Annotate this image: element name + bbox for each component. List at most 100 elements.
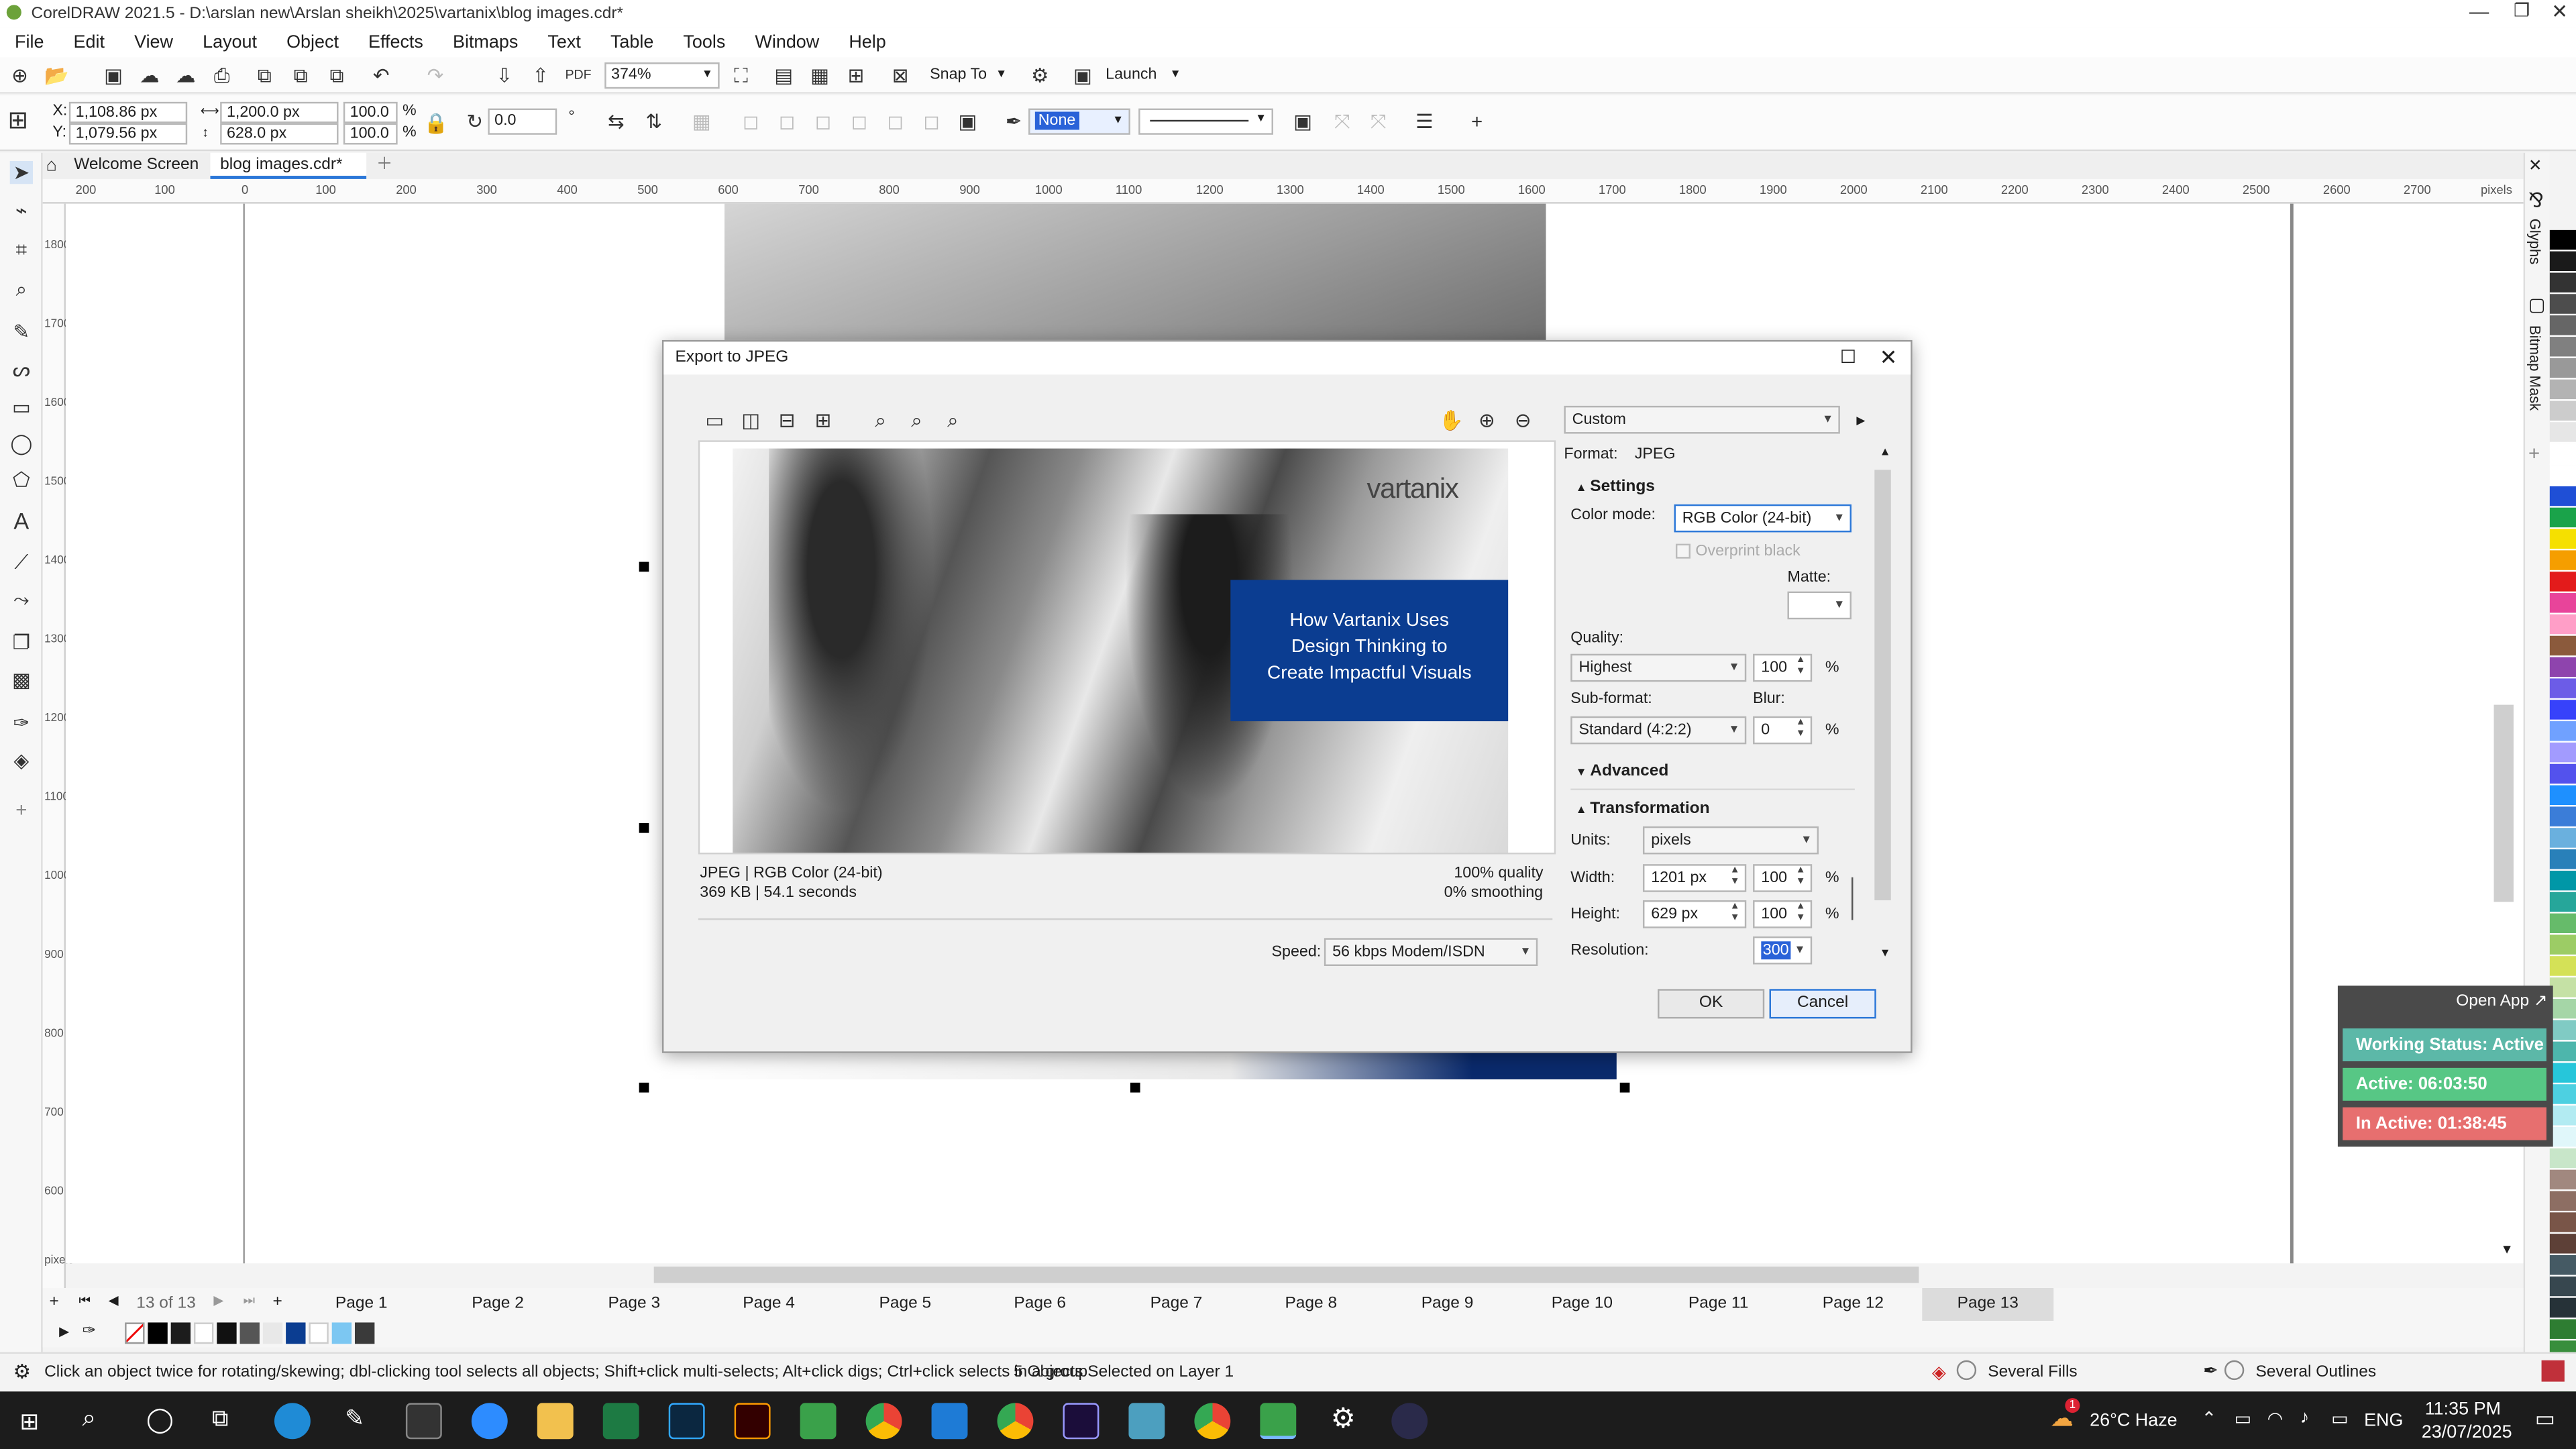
- swatch-gray[interactable]: [239, 1322, 260, 1344]
- premiere-icon[interactable]: [1063, 1403, 1099, 1440]
- pick-tool-icon[interactable]: ➤: [9, 161, 33, 184]
- palette-swatch[interactable]: [2549, 529, 2576, 551]
- add-page-icon[interactable]: +: [49, 1293, 58, 1311]
- clock-date[interactable]: 23/07/2025: [2422, 1423, 2512, 1442]
- docker-tab-glyphs[interactable]: Glyphs: [2527, 219, 2543, 265]
- transformation-header[interactable]: ▲ Transformation: [1576, 800, 1710, 822]
- fill-swatch[interactable]: [1956, 1360, 1977, 1381]
- selection-handle[interactable]: [1130, 1082, 1140, 1093]
- terminal-icon[interactable]: [405, 1403, 442, 1440]
- canvas-image-top[interactable]: [724, 203, 1546, 340]
- palette-swatch[interactable]: [2549, 678, 2576, 700]
- object-origin-icon[interactable]: ⊞: [7, 109, 30, 133]
- height-spinner[interactable]: 629 px ▲ ▼: [1642, 900, 1747, 928]
- palette-menu-icon[interactable]: ▶: [59, 1324, 69, 1339]
- paste-icon[interactable]: ⧉: [325, 64, 348, 87]
- pen-icon[interactable]: ✎: [345, 1405, 364, 1433]
- freehand-tool-icon[interactable]: ✎: [10, 321, 33, 343]
- connector-tool-icon[interactable]: ⤳: [10, 588, 33, 611]
- palette-swatch[interactable]: [2549, 400, 2576, 423]
- zoom-in-icon[interactable]: ⊕: [1475, 409, 1498, 432]
- menu-object[interactable]: Object: [272, 28, 354, 56]
- palette-swatch[interactable]: [2549, 379, 2576, 401]
- open-icon[interactable]: 📂: [44, 64, 69, 87]
- palette-swatch[interactable]: [2549, 572, 2576, 594]
- transparency-icon[interactable]: ▩: [10, 669, 33, 692]
- palette-swatch[interactable]: [2549, 1234, 2576, 1256]
- height-percent-spinner[interactable]: 100 ▲ ▼: [1753, 900, 1813, 928]
- add-tool-icon[interactable]: +: [10, 798, 33, 821]
- menu-file[interactable]: File: [0, 28, 59, 56]
- tab-page-13[interactable]: Page 13: [1922, 1288, 2054, 1321]
- palette-swatch[interactable]: [2549, 465, 2576, 486]
- cloud-icon[interactable]: ☁: [138, 64, 161, 87]
- tab-page-4[interactable]: Page 4: [703, 1288, 835, 1321]
- zoom-selection-icon[interactable]: ⌕: [941, 409, 964, 432]
- palette-swatch[interactable]: [2549, 828, 2576, 850]
- snap-off-icon[interactable]: ⊠: [889, 64, 912, 87]
- clock-time[interactable]: 11:35 PM: [2425, 1400, 2501, 1419]
- outline-pen-icon[interactable]: ✒: [1002, 110, 1025, 133]
- palette-swatch[interactable]: [2549, 657, 2576, 679]
- weather-text[interactable]: 26°C Haze: [2090, 1411, 2178, 1431]
- export-icon[interactable]: ⇧: [529, 64, 552, 87]
- new-tab-icon[interactable]: ＋: [370, 153, 399, 179]
- palette-swatch[interactable]: [2549, 785, 2576, 807]
- speed-select[interactable]: 56 kbps Modem/ISDN ▼: [1324, 938, 1538, 967]
- palette-swatch[interactable]: [2549, 1063, 2576, 1085]
- palette-swatch[interactable]: [2549, 1041, 2576, 1063]
- tab-page-10[interactable]: Page 10: [1516, 1288, 1648, 1321]
- cancel-button[interactable]: Cancel: [1769, 989, 1876, 1019]
- menu-tools[interactable]: Tools: [668, 28, 740, 56]
- intersect-icon[interactable]: ◻: [812, 110, 835, 133]
- units-select[interactable]: pixels ▼: [1642, 826, 1819, 855]
- quality-spinner[interactable]: 100 ▲ ▼: [1753, 653, 1813, 682]
- swatch-none[interactable]: [125, 1322, 145, 1344]
- app-icon[interactable]: [1128, 1403, 1165, 1440]
- parallel-dimension-icon[interactable]: ⟋: [10, 550, 33, 573]
- palette-swatch[interactable]: [2549, 1169, 2576, 1191]
- menu-table[interactable]: Table: [596, 28, 668, 56]
- width-field[interactable]: 1,200.0 px: [220, 101, 339, 123]
- excel-icon[interactable]: [602, 1403, 639, 1440]
- copy-icon[interactable]: ⧉: [289, 64, 312, 87]
- swatch-dark[interactable]: [170, 1322, 191, 1344]
- settings-icon[interactable]: ⚙: [1331, 1403, 1356, 1436]
- import-icon[interactable]: ⇩: [493, 64, 516, 87]
- preset-menu-icon[interactable]: ▶: [1856, 413, 1865, 432]
- resolution-spinner[interactable]: 300 ▼: [1753, 936, 1813, 965]
- chevron-down-icon[interactable]: ▼: [1170, 66, 1181, 85]
- palette-swatch[interactable]: [2549, 1276, 2576, 1298]
- palette-swatch[interactable]: [2549, 251, 2576, 273]
- launch-button[interactable]: Launch: [1106, 66, 1157, 85]
- options-gear-icon[interactable]: ⚙: [1028, 64, 1051, 87]
- menu-window[interactable]: Window: [740, 28, 834, 56]
- tab-page-3[interactable]: Page 3: [568, 1288, 700, 1321]
- settings-gear-icon[interactable]: ⚙: [13, 1360, 31, 1383]
- vertical-scroll-thumb[interactable]: [2493, 704, 2514, 902]
- palette-swatch[interactable]: [2549, 443, 2576, 466]
- save-icon[interactable]: ▣: [102, 64, 125, 87]
- palette-swatch[interactable]: [2549, 700, 2576, 722]
- artistic-media-icon[interactable]: ᔕ: [10, 358, 33, 381]
- first-page-icon[interactable]: ⏮: [79, 1293, 91, 1309]
- color-proof-icon[interactable]: [2541, 1360, 2565, 1382]
- rotation-field[interactable]: 0.0: [488, 108, 557, 135]
- palette-swatch[interactable]: [2549, 721, 2576, 743]
- cloud-upload-icon[interactable]: ☁: [174, 64, 197, 87]
- preset-select[interactable]: Custom ▼: [1564, 405, 1840, 434]
- outline-swatch[interactable]: [2224, 1360, 2245, 1381]
- palette-swatch[interactable]: [2549, 956, 2576, 978]
- fill-icon[interactable]: ◈: [1932, 1362, 1946, 1383]
- glyphs-icon[interactable]: ⅋: [2528, 189, 2544, 212]
- palette-swatch[interactable]: [2549, 315, 2576, 337]
- tab-page-8[interactable]: Page 8: [1245, 1288, 1377, 1321]
- overprint-checkbox[interactable]: [1675, 543, 1691, 559]
- notifications-icon[interactable]: ▭: [2535, 1406, 2555, 1432]
- grid-icon[interactable]: ▦: [808, 64, 831, 87]
- palette-swatch[interactable]: [2549, 742, 2576, 764]
- full-screen-icon[interactable]: ⛶: [729, 64, 752, 87]
- single-view-icon[interactable]: ▭: [703, 409, 726, 432]
- zoom-out-icon[interactable]: ⊖: [1511, 409, 1534, 432]
- minimize-icon[interactable]: —: [2469, 0, 2489, 23]
